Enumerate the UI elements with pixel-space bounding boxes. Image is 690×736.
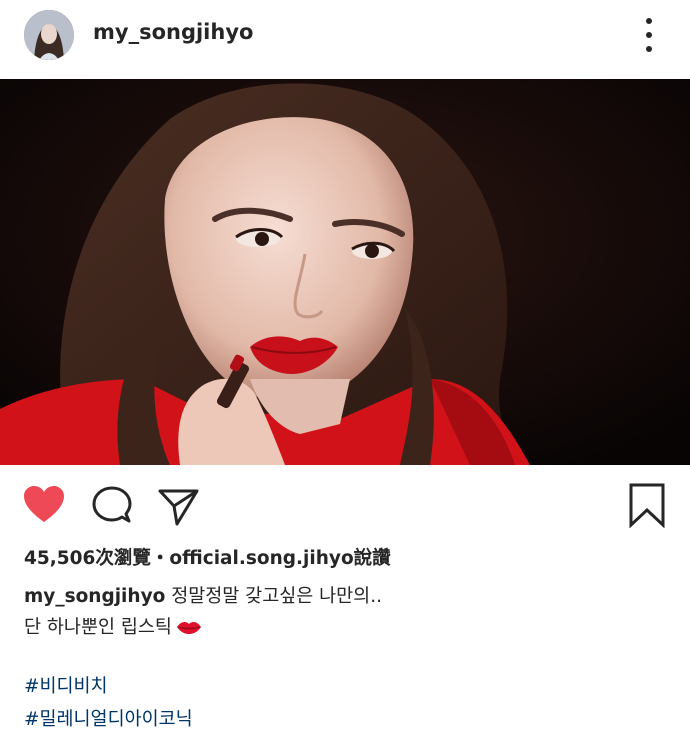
more-options-icon[interactable] — [636, 18, 662, 52]
comment-graphic — [92, 486, 132, 523]
more-dot — [646, 18, 652, 24]
post-photo[interactable] — [0, 79, 690, 465]
avatar-image — [24, 10, 74, 60]
lips-kiss-icon — [176, 614, 202, 634]
more-dot — [646, 46, 652, 52]
post-caption: my_songjihyo 정말정말 갖고싶은 나만의.. 단 하나뿐인 립스틱 — [24, 581, 664, 643]
bookmark-graphic — [629, 483, 665, 528]
profile-avatar[interactable] — [24, 10, 74, 60]
post-header: my_songjihyo — [0, 0, 690, 78]
post-image — [0, 79, 690, 465]
caption-line-2: 단 하나뿐인 립스틱 — [24, 612, 664, 643]
send-graphic — [158, 489, 199, 526]
hashtag-link[interactable]: #비디비치 — [24, 670, 193, 703]
caption-username[interactable]: my_songjihyo — [24, 586, 165, 607]
more-dot — [646, 32, 652, 38]
bookmark-icon[interactable] — [627, 482, 667, 528]
caption-line-1: my_songjihyo 정말정말 갖고싶은 나만의.. — [24, 581, 664, 612]
action-bar — [0, 478, 690, 536]
send-icon[interactable] — [157, 484, 201, 528]
post-username[interactable]: my_songjihyo — [93, 20, 253, 44]
hashtag-link[interactable]: #밀레니얼디아이코닉 — [24, 703, 193, 736]
heart-filled-icon[interactable] — [22, 484, 66, 524]
heart-graphic — [24, 486, 64, 522]
caption-text-1: 정말정말 갖고싶은 나만의.. — [165, 586, 382, 607]
comment-icon[interactable] — [90, 484, 134, 528]
caption-text-2: 단 하나뿐인 립스틱 — [24, 617, 172, 638]
views-and-liked-by[interactable]: 45,506次瀏覽・official.song.jihyo說讚 — [24, 544, 391, 570]
hashtag-list: #비디비치 #밀레니얼디아이코닉 — [24, 670, 193, 736]
